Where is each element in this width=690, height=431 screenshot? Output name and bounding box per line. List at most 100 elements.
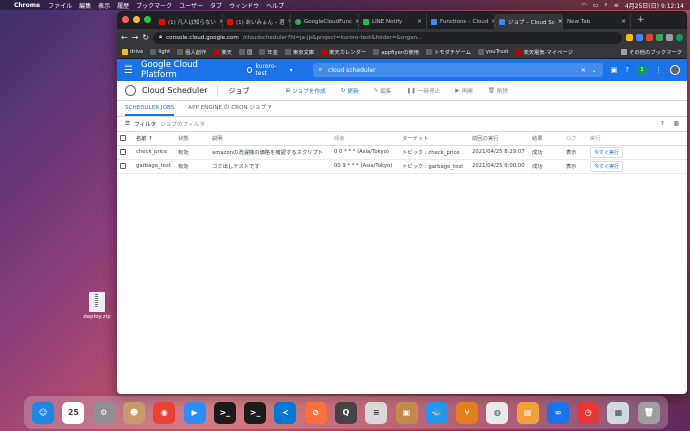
browser-tab[interactable]: GoogleCloudFunc× xyxy=(291,14,359,29)
browser-tab[interactable]: LINE Notify × xyxy=(359,14,427,29)
close-tab-icon[interactable]: × xyxy=(417,18,422,25)
terminal-1-icon[interactable]: >_ xyxy=(213,401,236,424)
calendar-icon[interactable]: 25 xyxy=(62,401,85,424)
notifications-badge[interactable]: 1 xyxy=(637,65,647,75)
system-preferences-icon[interactable]: ⚙ xyxy=(92,401,115,424)
select-all-checkbox[interactable] xyxy=(120,135,126,141)
menu-view[interactable]: 表示 xyxy=(98,1,110,10)
search-icon[interactable]: ⌕ xyxy=(604,1,607,9)
finder-icon[interactable]: ☺ xyxy=(32,401,55,424)
trash-icon[interactable]: 🗑 xyxy=(637,401,660,424)
battery-icon[interactable]: ▭ xyxy=(593,2,599,9)
chrome-icon[interactable]: ◉ xyxy=(153,401,176,424)
bookmark-item[interactable]: 楽天 xyxy=(213,48,232,56)
bookmark-item[interactable]: youTrust xyxy=(477,49,508,55)
minimize-window-icon[interactable] xyxy=(133,16,140,23)
table-row[interactable]: garbage_test 有効 ゴミ出しテストです 00 9 * * * (As… xyxy=(117,159,687,174)
extension-icon[interactable] xyxy=(626,34,633,41)
menu-help[interactable]: ヘルプ xyxy=(266,1,284,10)
column-header-name[interactable]: 名前 ↑ xyxy=(133,132,175,146)
tab-app-engine-cron[interactable]: APP ENGINE の CRON ジョブ ❓︎ xyxy=(188,103,271,116)
reload-icon[interactable]: ↻ xyxy=(142,33,149,42)
column-display-icon[interactable]: ▥ xyxy=(674,121,679,127)
maximize-window-icon[interactable] xyxy=(144,16,151,23)
menu-clock[interactable]: 4月25日(日) 9:12:14 xyxy=(625,1,684,10)
cloud-shell-icon[interactable]: ▣ xyxy=(611,66,618,74)
zoom-icon[interactable]: ▶ xyxy=(183,401,206,424)
forward-icon[interactable]: → xyxy=(132,33,139,42)
menu-history[interactable]: 履歴 xyxy=(117,1,129,10)
bookmark-item[interactable]: appfiyerの使用 xyxy=(373,48,419,56)
profile-avatar-icon[interactable] xyxy=(676,34,683,41)
menu-user[interactable]: ユーザー xyxy=(179,1,203,10)
menu-edit[interactable]: 編集 xyxy=(79,1,91,10)
browser-tab[interactable]: New Tab × xyxy=(563,14,631,29)
new-tab-button[interactable]: + xyxy=(631,15,651,25)
project-selector[interactable]: kuroro-test ▾ xyxy=(246,63,293,77)
refresh-button[interactable]: ↻ 更新 xyxy=(341,87,359,95)
bookmark-item[interactable]: 年金 xyxy=(259,48,278,56)
address-bar[interactable]: 🔒︎ console.cloud.google.com/cloudschedul… xyxy=(153,31,622,44)
browser-tab[interactable]: Functions – Cloud× xyxy=(427,14,495,29)
delete-button[interactable]: 🗑︎ 削除 xyxy=(488,87,508,95)
package-icon[interactable]: ▣ xyxy=(395,401,418,424)
chevron-down-icon[interactable]: ⌄ xyxy=(592,67,597,74)
alarm-icon[interactable]: ◷ xyxy=(577,401,600,424)
close-tab-icon[interactable]: × xyxy=(558,18,562,25)
quicktime-icon[interactable]: Q xyxy=(334,401,357,424)
extension-icon[interactable] xyxy=(636,34,643,41)
safari-alt-icon[interactable]: ⊘ xyxy=(304,401,327,424)
table-row[interactable]: check_price 有効 amazonの洗濯機の価格を確認するスクリプト 0… xyxy=(117,145,687,160)
job-name[interactable]: check_price xyxy=(133,145,175,160)
account-avatar[interactable] xyxy=(670,65,680,75)
photos-icon[interactable]: ▦ xyxy=(607,401,630,424)
menu-bookmarks[interactable]: ブックマーク xyxy=(136,1,172,10)
run-now-button[interactable]: 今すぐ実行 xyxy=(590,160,624,172)
gcp-search-input[interactable]: ⌕ cloud scheduler ✕ ⌄ xyxy=(312,63,603,77)
vscode-icon[interactable]: ≺ xyxy=(274,401,297,424)
clear-search-icon[interactable]: ✕ xyxy=(581,67,586,74)
close-window-icon[interactable] xyxy=(122,16,129,23)
bookmark-item[interactable]: 国 xyxy=(238,48,252,56)
pause-button[interactable]: ❚❚ 一時停止 xyxy=(407,87,441,95)
more-vert-icon[interactable]: ⋮ xyxy=(655,66,662,74)
hamburger-menu-icon[interactable]: ☰ xyxy=(124,65,133,76)
menu-tab[interactable]: タブ xyxy=(210,1,222,10)
contacts-icon[interactable]: ☻ xyxy=(122,401,145,424)
docker-icon[interactable]: 🐳 xyxy=(425,401,448,424)
run-now-button[interactable]: 今すぐ実行 xyxy=(590,146,624,158)
bookmark-item[interactable]: 楽天電気-マイページ xyxy=(515,48,573,56)
bookmark-item[interactable]: light xyxy=(150,49,170,55)
back-icon[interactable]: ← xyxy=(121,33,128,42)
sourcetree-icon[interactable]: ⑂ xyxy=(456,401,479,424)
help-icon[interactable]: ? xyxy=(661,121,664,127)
resume-button[interactable]: ▶ 再開 xyxy=(455,87,473,95)
job-log-link[interactable]: 表示 xyxy=(563,159,587,174)
job-log-link[interactable]: 表示 xyxy=(563,145,587,160)
extension-icon[interactable] xyxy=(646,34,653,41)
control-center-icon[interactable]: ≡ xyxy=(614,2,619,9)
bookmark-item[interactable]: トモダチゲーム xyxy=(425,48,471,56)
row-checkbox[interactable] xyxy=(120,148,126,155)
menu-file[interactable]: ファイル xyxy=(48,1,72,10)
create-job-button[interactable]: ⊞ ジョブを作成 xyxy=(285,87,325,95)
infinity-icon[interactable]: ∞ xyxy=(546,401,569,424)
gcp-sdk-icon[interactable]: ◍ xyxy=(486,401,509,424)
row-checkbox[interactable] xyxy=(120,162,126,169)
browser-tab[interactable]: (1) あいみょん – 君× xyxy=(223,14,291,29)
other-bookmarks[interactable]: その他のブックマーク xyxy=(621,48,682,56)
puzzle-icon[interactable] xyxy=(666,34,673,41)
bookmark-item[interactable]: 個人創作 xyxy=(177,48,206,56)
bookmark-item[interactable]: 楽天カレンダー xyxy=(321,48,366,56)
bookmark-item[interactable]: drive xyxy=(122,49,143,55)
extension-icon[interactable] xyxy=(656,34,663,41)
help-icon[interactable]: ? xyxy=(625,66,629,74)
desktop-file-deploy-zip[interactable]: deploy.zip xyxy=(83,292,111,320)
tab-scheduler-jobs[interactable]: SCHEDULER JOBS xyxy=(125,105,175,116)
preview-icon[interactable]: ▤ xyxy=(516,401,539,424)
menu-window[interactable]: ウィンドウ xyxy=(229,1,259,10)
sequel-icon[interactable]: ≡ xyxy=(365,401,388,424)
edit-button[interactable]: ✎ 編集 xyxy=(374,87,392,95)
filter-input[interactable]: ジョブのフィルタ xyxy=(160,120,205,128)
gcp-brand[interactable]: Google Cloud Platform xyxy=(141,60,233,80)
